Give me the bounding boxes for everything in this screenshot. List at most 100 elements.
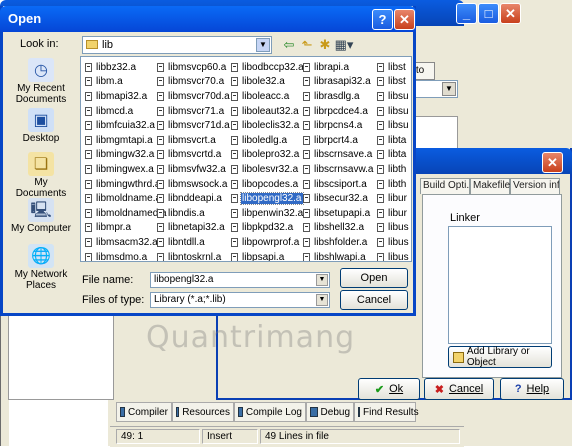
ok-button[interactable]: ✔ Ok xyxy=(358,378,420,400)
file-item[interactable]: libpowrprof.a xyxy=(231,235,305,250)
file-item[interactable]: libpsapi.a xyxy=(231,250,305,261)
file-item[interactable]: libshlwapi.a xyxy=(303,250,374,261)
file-item[interactable]: libmsvcr71.a xyxy=(157,104,231,119)
tab-makefile[interactable]: Makefile xyxy=(470,178,510,194)
open-close-button[interactable]: ✕ xyxy=(394,9,415,30)
file-item[interactable]: libpkpd32.a xyxy=(231,221,305,236)
file-item[interactable]: libmsvcp60.a xyxy=(157,60,231,75)
file-item[interactable]: libst xyxy=(377,75,410,90)
close-button[interactable]: ✕ xyxy=(500,3,521,24)
file-item[interactable]: libmswsock.a xyxy=(157,177,231,192)
file-item[interactable]: libmsvcr70d.a xyxy=(157,89,231,104)
back-arrow-icon[interactable]: ⇦ xyxy=(280,36,298,54)
file-item[interactable]: libnetapi32.a xyxy=(157,221,231,236)
place-recent-documents[interactable]: ◷ My Recent Documents xyxy=(8,56,74,105)
add-library-button[interactable]: Add Library or Object xyxy=(448,346,552,368)
file-item[interactable]: libmingw32.a xyxy=(85,148,168,163)
file-item[interactable]: libsecur32.a xyxy=(303,191,374,206)
file-item[interactable]: libmingwex.a xyxy=(85,162,168,177)
file-item[interactable]: libth xyxy=(377,177,410,192)
file-item[interactable]: libmsvcr71d.a xyxy=(157,118,231,133)
file-item[interactable]: librpcns4.a xyxy=(303,118,374,133)
file-item[interactable]: libopengl32.a xyxy=(231,191,305,206)
file-item[interactable]: libmapi32.a xyxy=(85,89,168,104)
file-item[interactable]: libolepro32.a xyxy=(231,148,305,163)
maximize-button[interactable]: □ xyxy=(478,3,499,24)
open-button[interactable]: Open xyxy=(340,268,408,288)
file-item[interactable]: librpcdce4.a xyxy=(303,104,374,119)
file-item[interactable]: libmfcuia32.a xyxy=(85,118,168,133)
file-item[interactable]: libolesvr32.a xyxy=(231,162,305,177)
file-item[interactable]: libscsiport.a xyxy=(303,177,374,192)
linker-textarea[interactable] xyxy=(448,226,552,344)
file-item[interactable]: libscrnsave.a xyxy=(303,148,374,163)
file-item[interactable]: libm.a xyxy=(85,75,168,90)
minimize-button[interactable]: _ xyxy=(456,3,477,24)
file-item[interactable]: libmsvcrt.a xyxy=(157,133,231,148)
tab-resources[interactable]: Resources xyxy=(172,402,234,422)
cancel-options-button[interactable]: ✖ Cancel xyxy=(424,378,494,400)
file-item[interactable]: libmoldnamed.a xyxy=(85,206,168,221)
file-list[interactable]: libbz32.a libm.a libmapi32.a libmcd.a libmfc… xyxy=(80,56,412,262)
file-item[interactable]: libur xyxy=(377,206,410,221)
tab-find-results[interactable]: Find Results xyxy=(354,402,419,422)
file-name-field[interactable]: libopengl32.a ▼ xyxy=(150,272,330,288)
file-item[interactable]: liboleaut32.a xyxy=(231,104,305,119)
file-item[interactable]: libnddeapi.a xyxy=(157,191,231,206)
ide-editor[interactable] xyxy=(410,116,458,152)
file-item[interactable]: libmsvcrtd.a xyxy=(157,148,231,163)
file-item[interactable]: libmpr.a xyxy=(85,221,168,236)
file-item[interactable]: librpcrt4.a xyxy=(303,133,374,148)
file-item[interactable]: librapi.a xyxy=(303,60,374,75)
file-item[interactable]: libmingwthrd.a xyxy=(85,177,168,192)
help-title-button[interactable]: ? xyxy=(372,9,393,30)
tab-compile-log[interactable]: Compile Log xyxy=(234,402,306,422)
file-item[interactable]: libshfolder.a xyxy=(303,235,374,250)
place-my-computer[interactable]: 🖳 My Computer xyxy=(8,196,74,244)
file-item[interactable]: libbz32.a xyxy=(85,60,168,75)
tab-compiler[interactable]: Compiler xyxy=(116,402,172,422)
file-item[interactable]: libntdll.a xyxy=(157,235,231,250)
file-item[interactable]: libst xyxy=(377,60,410,75)
file-item[interactable]: libmgmtapi.a xyxy=(85,133,168,148)
tab-debug[interactable]: Debug xyxy=(306,402,354,422)
file-item[interactable]: libta xyxy=(377,133,410,148)
file-item[interactable]: libpenwin32.a xyxy=(231,206,305,221)
file-item[interactable]: libndis.a xyxy=(157,206,231,221)
file-item[interactable]: libus xyxy=(377,235,410,250)
file-item[interactable]: libsu xyxy=(377,89,410,104)
file-item[interactable]: libshell32.a xyxy=(303,221,374,236)
file-item[interactable]: libmsacm32.a xyxy=(85,235,168,250)
file-item[interactable]: libntoskrnl.a xyxy=(157,250,231,261)
file-item[interactable]: liboleacc.a xyxy=(231,89,305,104)
file-item[interactable]: libmcd.a xyxy=(85,104,168,119)
file-item[interactable]: librasapi32.a xyxy=(303,75,374,90)
file-item[interactable]: libsu xyxy=(377,104,410,119)
files-of-type-dropdown[interactable]: Library (*.a;*.lib) ▼ xyxy=(150,292,330,308)
file-item[interactable]: libth xyxy=(377,162,410,177)
new-folder-icon[interactable]: ✱ xyxy=(316,36,334,54)
view-menu-icon[interactable]: ▦▾ xyxy=(334,36,354,54)
place-network[interactable]: 🌐 My Network Places xyxy=(8,242,74,291)
look-in-dropdown[interactable]: lib ▼ xyxy=(82,36,272,54)
file-item[interactable]: libole32.a xyxy=(231,75,305,90)
file-item[interactable]: liboledlg.a xyxy=(231,133,305,148)
file-item[interactable]: libta xyxy=(377,148,410,163)
place-desktop[interactable]: ▣ Desktop xyxy=(8,106,74,154)
file-item[interactable]: libmsdmo.a xyxy=(85,250,168,261)
file-item[interactable]: libsu xyxy=(377,118,410,133)
cancel-button[interactable]: Cancel xyxy=(340,290,408,310)
file-item[interactable]: libscrnsavw.a xyxy=(303,162,374,177)
up-folder-icon[interactable]: ⬑ xyxy=(298,36,316,54)
file-item[interactable]: libmsvfw32.a xyxy=(157,162,231,177)
help-button[interactable]: ? Help xyxy=(500,378,564,400)
tab-build-options[interactable]: Build Opti... xyxy=(420,178,470,194)
place-my-documents[interactable]: ❏ My Documents xyxy=(8,150,74,199)
tab-version-info[interactable]: Version info xyxy=(510,178,560,194)
file-item[interactable]: libsetupapi.a xyxy=(303,206,374,221)
file-item[interactable]: libmoldname.a xyxy=(85,191,168,206)
file-item[interactable]: libus xyxy=(377,250,410,261)
file-item[interactable]: liboleclis32.a xyxy=(231,118,305,133)
file-item[interactable]: libodbccp32.a xyxy=(231,60,305,75)
file-item[interactable]: librasdlg.a xyxy=(303,89,374,104)
